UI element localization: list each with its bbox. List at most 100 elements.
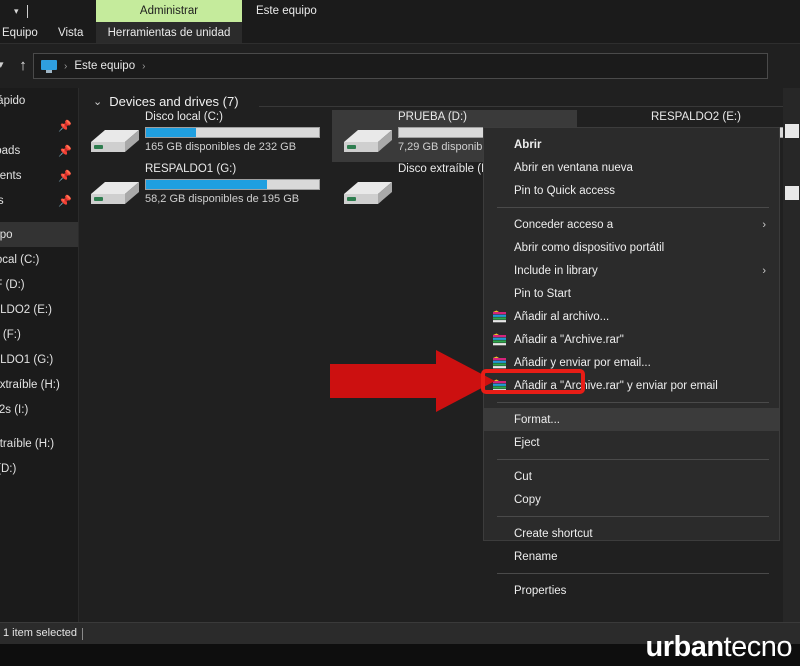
tab-este-equipo[interactable]: Este equipo	[244, 0, 329, 22]
quick-access-toolbar[interactable]: ▾	[0, 0, 95, 22]
context-menu-item[interactable]: Format...	[484, 408, 779, 431]
this-pc-icon	[41, 60, 57, 73]
pin-icon[interactable]: 📌	[58, 119, 72, 132]
context-menu-item[interactable]: Abrir en ventana nueva	[484, 156, 779, 179]
sidebar-item[interactable]: PAL2s (I:)	[0, 397, 78, 422]
context-menu-item-label: Abrir	[514, 139, 541, 151]
context-menu-item[interactable]: Abrir	[484, 133, 779, 156]
recent-locations-caret-icon[interactable]: ▾	[0, 58, 4, 71]
context-menu-item[interactable]: Abrir como dispositivo portátil	[484, 236, 779, 259]
sidebar-item-label: so rápido	[0, 95, 25, 107]
drive-icon	[342, 176, 394, 208]
breadcrumb[interactable]: › Este equipo ›	[33, 53, 768, 79]
context-menu-item-label: Copy	[514, 494, 541, 506]
scroll-down-button[interactable]	[785, 186, 799, 200]
context-menu-item[interactable]: Añadir a "Archive.rar" y enviar por emai…	[484, 374, 779, 397]
ribbon-tab-strip: ▾ Administrar Este equipo	[0, 0, 800, 22]
tab-equipo[interactable]: Equipo	[0, 22, 38, 44]
sidebar-item-label: co extraíble (H:)	[0, 379, 60, 391]
sidebar-item[interactable]: ktop📌	[0, 113, 78, 138]
context-menu-item-label: Create shortcut	[514, 528, 593, 540]
drive-tile[interactable]: RESPALDO1 (G:)58,2 GB disponibles de 195…	[79, 162, 324, 214]
pin-icon[interactable]: 📌	[58, 144, 72, 157]
sidebar-item[interactable]: equipo	[0, 222, 78, 247]
navigate-up-icon[interactable]: ↑	[12, 54, 34, 76]
context-menu-separator	[497, 459, 769, 460]
context-menu-item-label: Include in library	[514, 265, 598, 277]
chevron-down-icon[interactable]: ⌄	[93, 95, 102, 108]
sidebar-item[interactable]: so rápido	[0, 88, 78, 113]
sidebar-item[interactable]: wnloads 📌	[0, 138, 78, 163]
drive-icon	[342, 176, 394, 208]
drive-icon	[342, 124, 394, 156]
context-menu[interactable]: Abrir Abrir en ventana nueva Pin to Quick …	[483, 127, 780, 541]
context-menu-item[interactable]: Create shortcut	[484, 522, 779, 545]
watermark-bold: urban	[645, 631, 723, 663]
sidebar-item-label: PAL2s (I:)	[0, 404, 28, 416]
drive-name: RESPALDO2 (E:)	[651, 111, 741, 123]
context-menu-item[interactable]: Añadir a "Archive.rar"	[484, 328, 779, 351]
winrar-icon	[492, 310, 507, 323]
context-menu-item-label: Pin to Quick access	[514, 185, 615, 197]
drive-tile[interactable]: Disco local (C:)165 GB disponibles de 23…	[79, 110, 324, 162]
drive-capacity-text: 58,2 GB disponibles de 195 GB	[145, 193, 299, 205]
context-menu-item[interactable]: Pin to Start	[484, 282, 779, 305]
context-menu-item-label: Properties	[514, 585, 566, 597]
sidebar-item[interactable]: GF (D:)	[0, 456, 78, 481]
sidebar-item[interactable]: o extraíble (H:)	[0, 431, 78, 456]
tab-administrar[interactable]: Administrar	[96, 0, 242, 22]
drive-capacity-text: 7,29 GB disponibles	[398, 141, 496, 153]
submenu-chevron-icon: ›	[762, 265, 766, 277]
sidebar-item-label: wnloads	[0, 145, 20, 157]
sidebar-item[interactable]: RGF (D:)	[0, 272, 78, 297]
status-bar-text: 1 item selected	[3, 627, 77, 639]
context-menu-item[interactable]: Properties	[484, 579, 779, 602]
sidebar-item[interactable]: co local (C:)	[0, 247, 78, 272]
sidebar-item[interactable]: pal3 (F:)	[0, 322, 78, 347]
sidebar-item[interactable]: tures📌	[0, 188, 78, 213]
vertical-scrollbar[interactable]	[783, 88, 800, 622]
devices-and-drives-group-header[interactable]: ⌄ Devices and drives (7)	[93, 94, 239, 109]
sidebar-item[interactable]: SPALDO1 (G:)	[0, 347, 78, 372]
context-menu-item[interactable]: Conceder acceso a›	[484, 213, 779, 236]
quick-access-caret-icon[interactable]: ▾	[14, 7, 19, 16]
tab-equipo-label: Equipo	[2, 27, 38, 39]
breadcrumb-item-este-equipo[interactable]: Este equipo	[74, 60, 135, 72]
file-explorer-window: ▾ Administrar Este equipo Equipo Vista H…	[0, 0, 800, 666]
winrar-icon	[492, 333, 507, 346]
context-menu-item[interactable]: Añadir al archivo...	[484, 305, 779, 328]
sidebar-item-label: co local (C:)	[0, 254, 39, 266]
tab-herramientas-label: Herramientas de unidad	[108, 27, 231, 39]
pin-icon[interactable]: 📌	[58, 194, 72, 207]
drive-name: PRUEBA (D:)	[398, 111, 467, 123]
context-menu-item[interactable]: Rename	[484, 545, 779, 568]
sidebar-item-label: pal3 (F:)	[0, 329, 21, 341]
context-menu-item[interactable]: Eject	[484, 431, 779, 454]
breadcrumb-trailing-chevron-icon[interactable]: ›	[142, 61, 145, 72]
sidebar-item-label: SPALDO1 (G:)	[0, 354, 53, 366]
context-menu-item[interactable]: Pin to Quick access	[484, 179, 779, 202]
sidebar-item[interactable]: SPALDO2 (E:)	[0, 297, 78, 322]
drive-capacity-bar	[145, 179, 320, 190]
context-menu-item[interactable]: Copy	[484, 488, 779, 511]
context-menu-item[interactable]: Include in library ›	[484, 259, 779, 282]
sidebar-item-label: RGF (D:)	[0, 279, 25, 291]
tab-vista[interactable]: Vista	[58, 22, 83, 44]
drive-capacity-bar	[145, 127, 320, 138]
sidebar-item-label: SPALDO2 (E:)	[0, 304, 52, 316]
context-menu-item[interactable]: Añadir y enviar por email...	[484, 351, 779, 374]
scroll-up-button[interactable]	[785, 124, 799, 138]
watermark: urbantecno	[645, 633, 792, 662]
sidebar-item-label: o extraíble (H:)	[0, 438, 54, 450]
sidebar-item[interactable]: cuments📌	[0, 163, 78, 188]
drive-icon	[89, 124, 141, 156]
context-menu-item[interactable]: Cut	[484, 465, 779, 488]
drive-icon	[89, 176, 141, 208]
sidebar-item[interactable]: co extraíble (H:)	[0, 372, 78, 397]
tab-herramientas-de-unidad[interactable]: Herramientas de unidad	[96, 22, 242, 44]
pin-icon[interactable]: 📌	[58, 169, 72, 182]
navigation-pane[interactable]: so rápidoktop📌wnloads📌cuments📌tures📌equi…	[0, 88, 78, 622]
address-bar: ▾ ↑ › Este equipo ›	[0, 44, 800, 88]
drive-icon	[89, 124, 141, 156]
submenu-chevron-icon: ›	[762, 219, 766, 231]
